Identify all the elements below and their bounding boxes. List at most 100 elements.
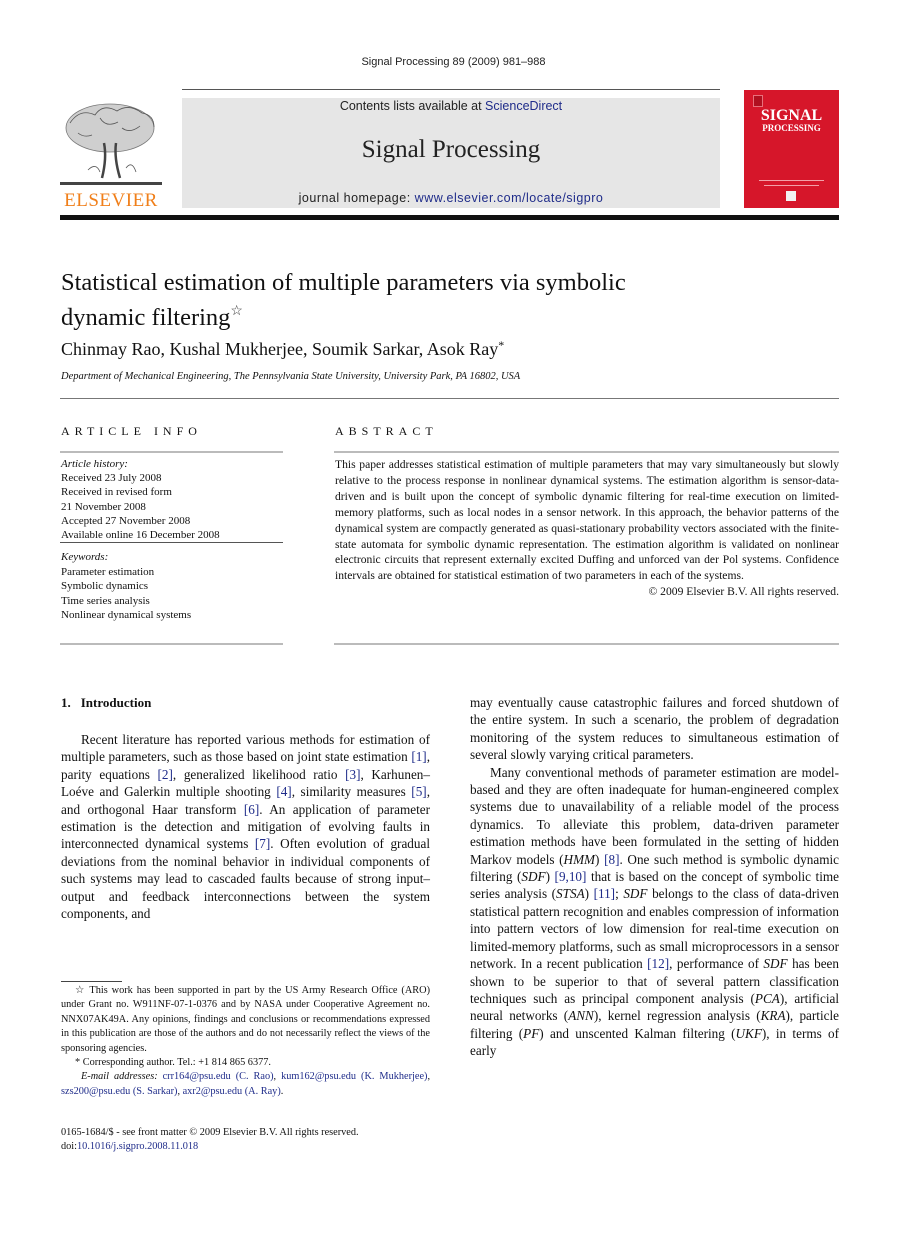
- footnote-asterisk: *: [75, 1057, 81, 1069]
- abstract-text: This paper addresses statistical estimat…: [335, 458, 839, 583]
- email-link[interactable]: szs200@psu.edu: [61, 1086, 130, 1097]
- abbreviation: PCA: [754, 990, 780, 1006]
- abbreviation: PF: [523, 1025, 540, 1041]
- keyword-item: Time series analysis: [61, 594, 150, 607]
- running-head: Signal Processing 89 (2009) 981–988: [361, 56, 546, 68]
- history-item: Available online 16 December 2008: [61, 529, 220, 542]
- divider: [60, 398, 839, 399]
- doi-prefix: doi:: [61, 1141, 78, 1153]
- header-thick-rule: [60, 215, 839, 220]
- doi-link[interactable]: 10.1016/j.sigpro.2008.11.018: [77, 1141, 198, 1152]
- email-footnote: E-mail addresses: crr164@psu.edu (C. Rao…: [61, 1071, 431, 1097]
- citation-link[interactable]: [12]: [647, 956, 669, 971]
- author-list: Chinmay Rao, Kushal Mukherjee, Soumik Sa…: [61, 339, 499, 359]
- journal-cover-icon: SIGNAL PROCESSING: [744, 90, 839, 208]
- body-column-right: may eventually cause catastrophic failur…: [470, 694, 839, 1060]
- email-label: E-mail addresses:: [81, 1071, 158, 1083]
- abbreviation: UKF: [735, 1025, 762, 1041]
- article-info-heading: ARTICLE INFO: [61, 424, 202, 438]
- citation-link[interactable]: [9,10]: [555, 869, 587, 884]
- history-label: Article history:: [61, 458, 128, 470]
- cover-decoration: [759, 180, 824, 181]
- abbreviation: SDF: [521, 869, 546, 885]
- abbreviation: SDF: [763, 956, 788, 972]
- affiliation: Department of Mechanical Engineering, Th…: [61, 371, 521, 382]
- keywords-label: Keywords:: [61, 551, 109, 563]
- body-column-left: Recent literature has reported various m…: [61, 731, 430, 922]
- abbreviation: SDF: [623, 886, 648, 902]
- abbreviation: KRA: [760, 1008, 786, 1024]
- journal-banner: Contents lists available at ScienceDirec…: [182, 98, 720, 208]
- cover-title: SIGNAL: [760, 107, 823, 124]
- homepage-prefix: journal homepage:: [298, 191, 415, 205]
- sciencedirect-link[interactable]: ScienceDirect: [485, 99, 562, 113]
- corresponding-text: Corresponding author. Tel.: +1 814 865 6…: [82, 1057, 271, 1069]
- abbreviation: ANN: [568, 1008, 594, 1024]
- history-item: Received 23 July 2008: [61, 472, 162, 485]
- email-owner: (S. Sarkar): [132, 1085, 178, 1097]
- abstract-heading: ABSTRACT: [335, 424, 438, 438]
- abbreviation: STSA: [556, 886, 585, 902]
- citation-link[interactable]: [4]: [276, 784, 291, 799]
- citation-link[interactable]: [11]: [594, 886, 615, 901]
- journal-homepage-link[interactable]: www.elsevier.com/locate/sigpro: [415, 191, 604, 205]
- header-rule: [182, 89, 720, 90]
- abbreviation: HMM: [563, 851, 596, 867]
- divider: [60, 542, 283, 543]
- elsevier-wordmark: ELSEVIER: [64, 190, 158, 211]
- corresponding-author-mark[interactable]: *: [498, 338, 504, 352]
- funding-text: This work has been supported in part by …: [61, 985, 431, 1054]
- authors: Chinmay Rao, Kushal Mukherjee, Soumik Sa…: [61, 338, 504, 360]
- article-title: Statistical estimation of multiple param…: [61, 268, 681, 332]
- cover-decoration: [764, 185, 819, 186]
- footnote-rule: [61, 981, 122, 982]
- divider: [60, 643, 283, 645]
- keyword-item: Nonlinear dynamical systems: [61, 609, 192, 621]
- citation-link[interactable]: [7]: [255, 836, 270, 851]
- cover-subtitle: PROCESSING: [762, 123, 821, 133]
- history-item: Received in revised form: [61, 486, 172, 499]
- citation-link[interactable]: [8]: [604, 852, 619, 867]
- email-link[interactable]: kum162@psu.edu: [281, 1071, 356, 1082]
- email-link[interactable]: axr2@psu.edu: [183, 1086, 243, 1097]
- keyword-item: Parameter estimation: [61, 565, 155, 578]
- cover-mini-logo-icon: [753, 95, 763, 107]
- citation-link[interactable]: [2]: [158, 767, 173, 782]
- front-matter: 0165-1684/$ - see front matter © 2009 El…: [61, 1126, 441, 1155]
- paragraph: Recent literature has reported various m…: [61, 732, 431, 922]
- email-owner: (A. Ray): [244, 1085, 281, 1097]
- email-link[interactable]: crr164@psu.edu: [163, 1071, 231, 1082]
- article-title-text: Statistical estimation of multiple param…: [61, 269, 626, 331]
- divider: [334, 643, 839, 645]
- article-history: Article history: Received 23 July 2008 R…: [61, 457, 283, 542]
- section-number: 1.: [61, 695, 71, 710]
- citation-link[interactable]: [3]: [345, 767, 360, 782]
- abstract-copyright: © 2009 Elsevier B.V. All rights reserved…: [648, 585, 839, 599]
- homepage-line: journal homepage: www.elsevier.com/locat…: [182, 191, 720, 205]
- email-owner: (C. Rao): [235, 1071, 274, 1083]
- divider: [334, 451, 839, 453]
- title-footnote-star-icon[interactable]: ☆: [230, 304, 243, 319]
- corresponding-footnote: * Corresponding author. Tel.: +1 814 865…: [61, 1056, 430, 1070]
- divider: [60, 451, 283, 453]
- paragraph: Many conventional methods of parameter e…: [470, 764, 840, 1059]
- keyword-item: Symbolic dynamics: [61, 580, 149, 592]
- doi-line: doi:10.1016/j.sigpro.2008.11.018: [61, 1140, 441, 1154]
- abstract: This paper addresses statistical estimat…: [335, 457, 839, 600]
- journal-name: Signal Processing: [361, 136, 541, 163]
- citation-link[interactable]: [5]: [411, 784, 426, 799]
- citation-link[interactable]: [6]: [244, 802, 259, 817]
- cover-badge-icon: [786, 191, 796, 201]
- keywords: Keywords: Parameter estimation Symbolic …: [61, 550, 283, 623]
- contents-prefix: Contents lists available at: [339, 99, 486, 113]
- email-owner: (K. Mukherjee): [361, 1071, 428, 1083]
- citation-link[interactable]: [1]: [411, 749, 426, 764]
- footnote-star-icon: ☆: [75, 985, 86, 996]
- history-item: 21 November 2008: [61, 500, 146, 513]
- front-matter-text: 0165-1684/$ - see front matter © 2009 El…: [61, 1127, 359, 1138]
- footnotes: ☆ This work has been supported in part b…: [61, 984, 430, 1099]
- history-item: Accepted 27 November 2008: [61, 514, 191, 527]
- section-heading: 1. Introduction: [61, 695, 151, 711]
- funding-footnote: ☆ This work has been supported in part b…: [61, 984, 430, 1056]
- contents-line: Contents lists available at ScienceDirec…: [182, 99, 720, 113]
